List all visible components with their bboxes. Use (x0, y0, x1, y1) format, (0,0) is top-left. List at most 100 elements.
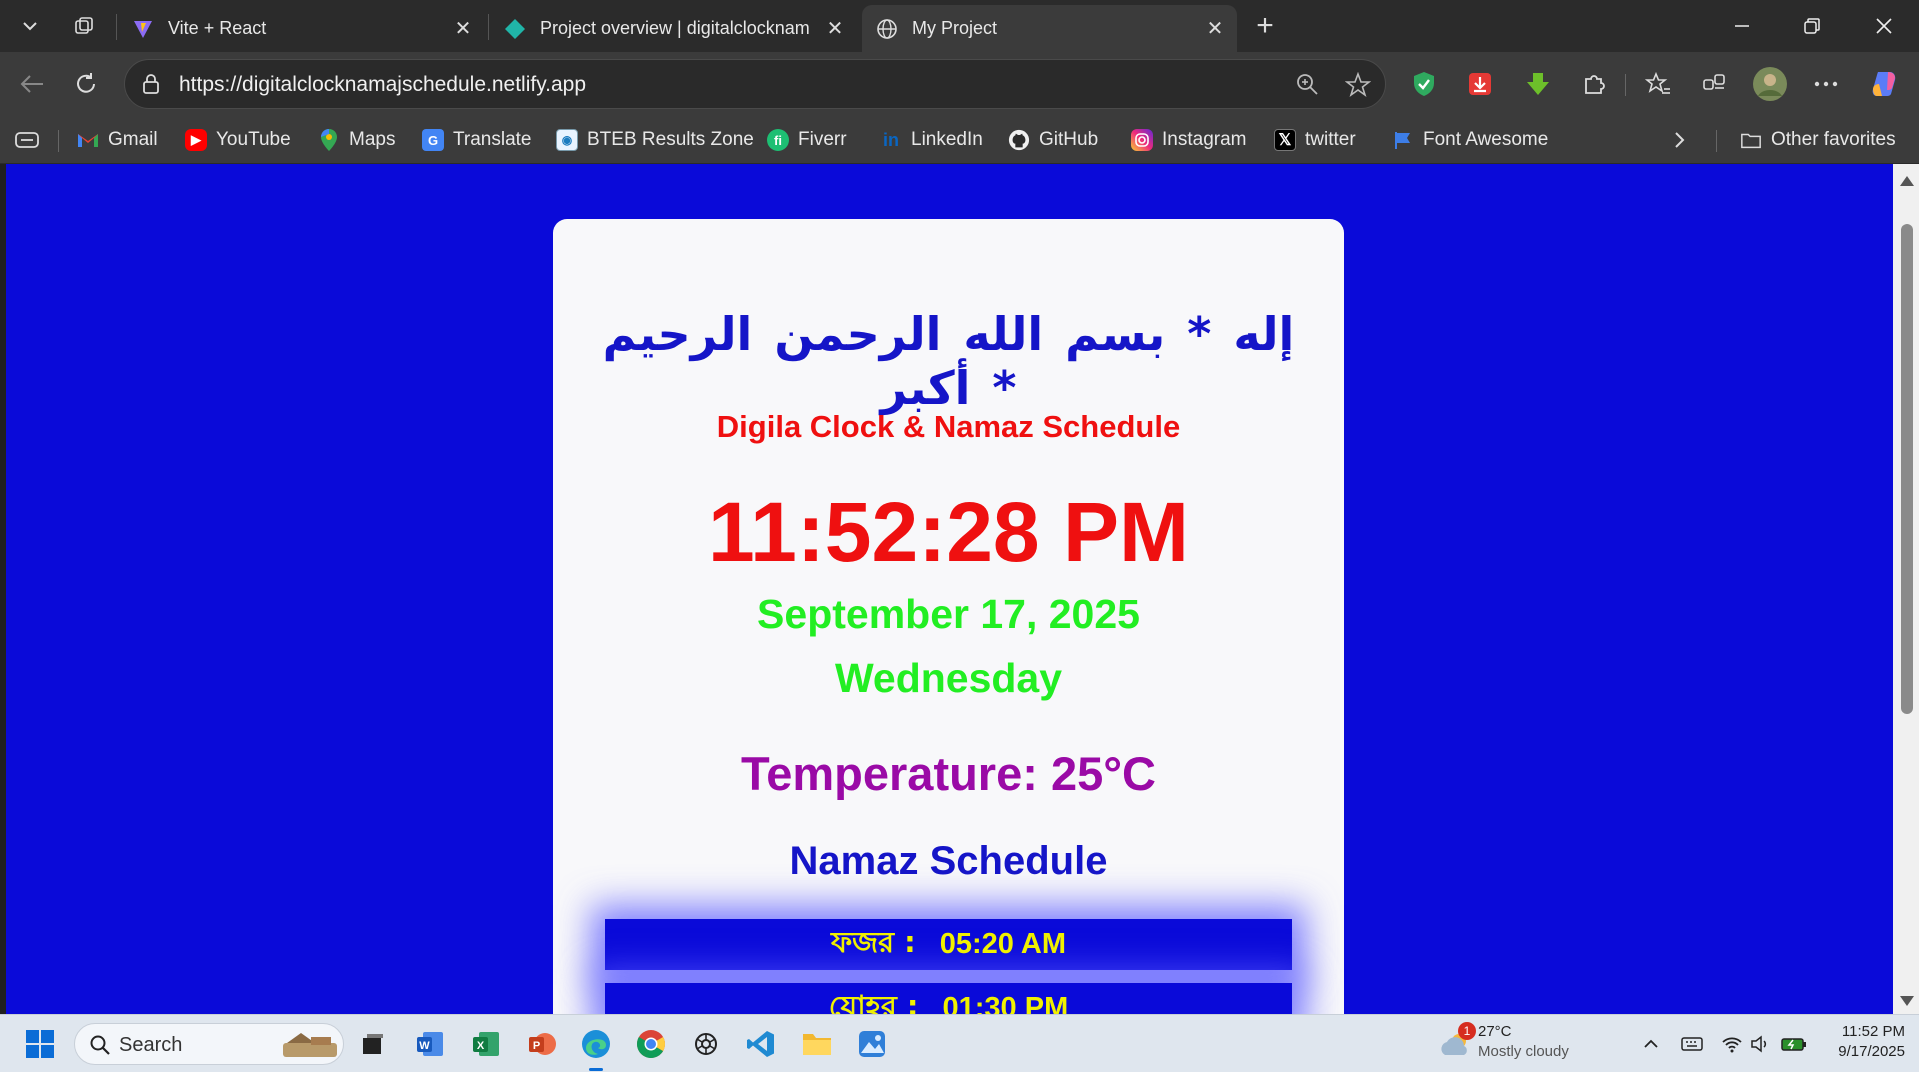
avatar-icon (1753, 67, 1787, 101)
other-favorites-label: Other favorites (1771, 129, 1896, 150)
search-label: Search (119, 1034, 183, 1056)
scroll-down-arrow[interactable] (1900, 996, 1914, 1006)
close-tab-icon[interactable]: ✕ (821, 15, 849, 43)
powerpoint-app[interactable]: P (522, 1024, 562, 1064)
close-tab-icon[interactable]: ✕ (449, 15, 477, 43)
back-button[interactable] (12, 64, 52, 104)
bookmark-instagram[interactable]: Instagram (1131, 126, 1246, 154)
photos-app[interactable] (852, 1024, 892, 1064)
copilot-icon (1872, 72, 1896, 96)
keyboard-button[interactable] (1672, 1024, 1712, 1064)
excel-app[interactable]: X (466, 1024, 506, 1064)
profile-avatar[interactable] (1750, 64, 1790, 104)
bookmark-maps[interactable]: Maps (318, 126, 395, 154)
bookmark-label: Translate (453, 129, 532, 150)
flag-icon (1392, 129, 1414, 151)
copilot-button[interactable] (1864, 64, 1904, 104)
close-tab-icon[interactable]: ✕ (1201, 15, 1229, 43)
edge-app[interactable] (576, 1024, 616, 1071)
namaz-schedule-heading: Namaz Schedule (789, 839, 1108, 883)
clock-card: إله * بسم الله الرحمن الرحيم * أكبر Digi… (553, 219, 1344, 1014)
close-window-button[interactable] (1856, 4, 1912, 48)
netlify-icon (504, 18, 526, 40)
vscode-app[interactable] (741, 1024, 781, 1064)
prayer-time: 01:30 PM (942, 992, 1069, 1014)
tab-my-project[interactable]: My Project ✕ (862, 5, 1237, 52)
page-viewport: إله * بسم الله الرحمن الرحيم * أكبر Digi… (6, 164, 1893, 1014)
digital-clock-time: 11:52:28 PM (708, 485, 1189, 579)
task-view-button[interactable] (353, 1024, 393, 1064)
bookmark-gmail[interactable]: Gmail (77, 126, 158, 154)
start-button[interactable] (20, 1024, 60, 1064)
scroll-up-arrow[interactable] (1900, 176, 1914, 186)
prayer-name: যোহর : (828, 989, 919, 1014)
bookmark-linkedin[interactable]: in LinkedIn (880, 126, 983, 154)
workspaces-button[interactable] (64, 7, 104, 45)
address-bar[interactable]: https://digitalclocknamajschedule.netlif… (124, 59, 1386, 109)
translate-icon: G (422, 129, 444, 151)
bookmarks-overflow-button[interactable] (1672, 126, 1686, 154)
bookmark-label: GitHub (1039, 129, 1099, 150)
show-hidden-icons-button[interactable] (1631, 1024, 1671, 1064)
bookmark-twitter[interactable]: 𝕏 twitter (1274, 126, 1356, 154)
bookmark-label: YouTube (216, 129, 291, 150)
weather-badge: 1 (1458, 1022, 1476, 1040)
battery-charging-icon (1781, 1038, 1806, 1051)
chatgpt-app[interactable] (686, 1024, 726, 1064)
url-text[interactable]: https://digitalclocknamajschedule.netlif… (179, 73, 586, 97)
globe-icon (876, 18, 898, 40)
folder-icon (803, 1034, 831, 1055)
collections-button[interactable] (1694, 64, 1734, 104)
scrollbar-thumb[interactable] (1901, 224, 1913, 714)
bookmark-font-awesome[interactable]: Font Awesome (1392, 126, 1548, 154)
settings-menu-button[interactable] (1806, 64, 1846, 104)
reading-list-icon (15, 132, 39, 148)
file-explorer-app[interactable] (797, 1024, 837, 1064)
minimize-button[interactable] (1714, 4, 1770, 48)
chrome-app[interactable] (631, 1024, 671, 1064)
other-favorites-folder[interactable]: Other favorites (1740, 126, 1896, 154)
folder-icon (1740, 129, 1762, 151)
download-extension[interactable] (1460, 64, 1500, 104)
taskbar-clock-date[interactable]: 9/17/2025 (1825, 1043, 1905, 1060)
linkedin-icon: in (883, 129, 899, 150)
bookmark-label: LinkedIn (911, 129, 983, 150)
bookmark-fiverr[interactable]: fi Fiverr (767, 126, 847, 154)
battery-button[interactable] (1774, 1024, 1814, 1064)
bookmark-bteb[interactable]: ◉ BTEB Results Zone (556, 126, 754, 154)
refresh-button[interactable] (66, 64, 106, 104)
favorite-star-icon[interactable] (1344, 71, 1372, 103)
favorites-button[interactable] (1638, 64, 1678, 104)
word-icon: W (417, 1032, 443, 1056)
bookmark-youtube[interactable]: ▶ YouTube (185, 126, 291, 154)
adblock-extension[interactable] (1404, 64, 1444, 104)
extensions-button[interactable] (1574, 64, 1614, 104)
tab-vite-react[interactable]: Vite + React ✕ (118, 5, 485, 52)
youtube-icon: ▶ (185, 129, 207, 151)
tab-netlify-project[interactable]: Project overview | digitalclocknam ✕ (490, 5, 857, 52)
search-icon (89, 1034, 111, 1061)
new-tab-button[interactable]: + (1245, 8, 1285, 44)
bookmark-separator (58, 130, 59, 152)
puzzle-icon (1585, 75, 1605, 94)
bookmark-translate[interactable]: G Translate (422, 126, 532, 154)
maps-icon (318, 129, 340, 151)
taskbar-search[interactable]: Search (74, 1023, 344, 1065)
excel-icon: X (473, 1032, 499, 1056)
tab-actions-menu[interactable] (14, 126, 40, 154)
weather-widget[interactable]: 1 (1436, 1022, 1476, 1064)
windows-taskbar: Search W X P 1 27°C Mostly cloudy 11:52 … (0, 1014, 1919, 1072)
taskbar-clock-time[interactable]: 11:52 PM (1835, 1023, 1905, 1040)
idm-extension[interactable] (1518, 64, 1558, 104)
word-app[interactable]: W (410, 1024, 450, 1064)
restore-button[interactable] (1784, 4, 1840, 48)
arrow-down-icon (1527, 73, 1549, 95)
tab-title: Vite + React (168, 18, 267, 38)
app-subtitle: Digila Clock & Namaz Schedule (716, 409, 1181, 444)
schedule-row-dhuhr: যোহর : 01:30 PM (605, 983, 1292, 1014)
tab-actions-button[interactable] (10, 7, 50, 45)
bookmark-github[interactable]: GitHub (1008, 126, 1098, 154)
schedule-row-fajr: ফজর : 05:20 AM (605, 919, 1292, 970)
vertical-scrollbar[interactable] (1893, 164, 1919, 1014)
zoom-icon[interactable] (1295, 72, 1319, 101)
